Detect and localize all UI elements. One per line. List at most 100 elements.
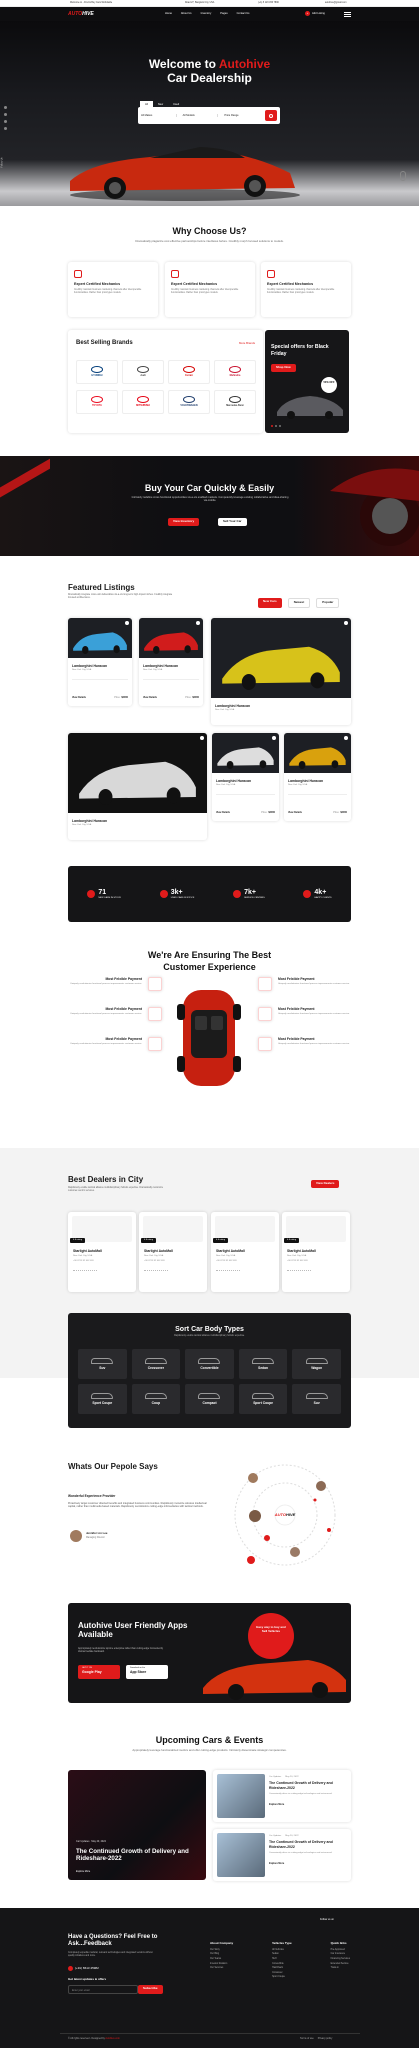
dealer-phone[interactable]: +90 8715 92 402 620 [287,1260,308,1263]
tab-popular[interactable]: Popular [316,598,340,608]
body-type-sport-coupe[interactable]: Sport Coupe [78,1384,127,1414]
more-brands-link[interactable]: More Brands [239,341,255,346]
add-listing-button[interactable]: + Add Listing [305,11,325,16]
footer-link[interactable]: Investor Relation [210,1963,233,1966]
footer-link[interactable]: All Vehicles [272,1949,292,1952]
nav-item-3[interactable]: Pages [220,12,227,15]
nav-item-1[interactable]: About Us [181,12,192,15]
brand-toyota[interactable]: TOYOTA [76,390,118,414]
brand-hyundai[interactable]: HYUNDAI [76,360,118,384]
tab-newest[interactable]: Newest [287,598,311,608]
heart-icon[interactable] [344,736,348,740]
listing-card[interactable]: Lamborghini Huracan New York City, USA Vie… [68,618,132,706]
view-details-link[interactable]: View Details [72,696,86,699]
body-type-compact[interactable]: Compact [185,1384,234,1414]
listing-card[interactable]: Lamborghini Huracan New York City, USA Vie… [284,733,351,821]
shop-now-button[interactable]: Shop Now [271,364,296,372]
offer-dots[interactable] [271,425,281,427]
brand-volkswagen[interactable]: VOLKSWAGEN [168,390,210,414]
brand-mercedes-benz[interactable]: Mercedes-Benz [214,390,256,414]
heart-icon[interactable] [272,736,276,740]
brand-mahindra[interactable]: Mahindra [214,360,256,384]
app-store-button[interactable]: Download on the App Store [126,1665,168,1679]
body-type-suv[interactable]: Suv [292,1384,341,1414]
footer-link[interactable]: Car Insurance [331,1953,350,1956]
dealer-card[interactable]: 4.6 rating Starlight AutoMall New York Cit… [282,1212,350,1292]
footer-link[interactable]: Our Teams [210,1958,233,1961]
view-details-link[interactable]: View Details [288,811,302,814]
newsletter-input[interactable]: Enter your email [68,1985,138,1994]
linkedin-icon[interactable] [4,127,7,130]
body-type-suv[interactable]: Suv [78,1349,127,1379]
footer-link[interactable]: Extended Service [331,1963,350,1966]
logo[interactable]: AUTOHIVE [68,11,94,18]
brand-ferrari[interactable]: Ferrari [168,360,210,384]
subscribe-button[interactable]: Subscribe [138,1985,163,1994]
footer-link[interactable]: Our Services [210,1967,233,1970]
heart-icon[interactable] [125,621,129,625]
footer-link[interactable]: SUV [272,1958,292,1961]
dealer-card[interactable]: 4.6 rating Starlight AutoMall New York Cit… [139,1212,207,1292]
body-type-convertible[interactable]: Convertible [185,1349,234,1379]
make-select[interactable]: All Makes [141,113,177,118]
body-type-coup[interactable]: Coup [131,1384,181,1414]
nav-item-4[interactable]: Contact Us [237,12,250,15]
footer-phone[interactable]: (+91) 8613 45982 [68,1966,99,1971]
view-dealers-button[interactable]: View Dealers [311,1180,340,1188]
terms-link[interactable]: Terms of use [300,2037,314,2040]
post-explore-link[interactable]: Explore More [269,1803,284,1806]
instagram-icon[interactable] [4,120,7,123]
footer-link[interactable]: Crossover [272,1972,292,1975]
sell-car-button[interactable]: Sell Your Car [218,518,247,526]
footer-link[interactable]: Our Blog [210,1953,233,1956]
body-type-sedan[interactable]: Sedan [238,1349,288,1379]
footer-link[interactable]: Our Story [210,1949,233,1952]
post-explore-link[interactable]: Explore More [269,1862,284,1865]
upcoming-post[interactable]: Car Updates May 20, 2022 The Continued Gro… [213,1829,351,1881]
privacy-link[interactable]: Privacy policy [318,2037,333,2040]
model-select[interactable]: All Models [183,113,219,118]
view-details-link[interactable]: View Details [143,696,157,699]
upcoming-main-post[interactable]: Car Updates May 20, 2022 The Continued G… [68,1770,206,1880]
footer-link[interactable]: Sedan [272,1953,292,1956]
heart-icon[interactable] [200,736,204,740]
dealer-phone[interactable]: +90 8715 92 402 620 [73,1260,94,1263]
footer-link[interactable]: Convertible [272,1963,292,1966]
dealer-phone[interactable]: +90 8715 92 402 620 [144,1260,165,1263]
heart-icon[interactable] [196,621,200,625]
copyright-by[interactable]: Autohive.com [105,2037,119,2040]
dealer-card[interactable]: 4.6 rating Starlight AutoMall New York Cit… [68,1212,136,1292]
dealer-phone[interactable]: +90 8715 92 402 620 [216,1260,237,1263]
footer-link[interactable]: Financing Services [331,1958,350,1961]
listing-card[interactable]: Lamborghini Huracan New York City, USA Vie… [139,618,203,706]
brand-mitsubishi[interactable]: MITSUBISHI [122,390,164,414]
twitter-icon[interactable] [4,113,7,116]
nav-item-0[interactable]: Home [165,12,172,15]
heart-icon[interactable] [344,621,348,625]
view-inventory-button[interactable]: View Inventory [168,518,200,526]
listing-card[interactable]: Lamborghini Huracan New York City, USA [211,618,351,725]
body-type-wagon[interactable]: Wagon [292,1349,341,1379]
footer-link[interactable]: Trade in [331,1967,350,1970]
price-select[interactable]: Price Range [224,114,259,117]
main-post-explore[interactable]: Explore More [76,1870,90,1873]
scroll-down-icon[interactable] [400,171,406,181]
search-button[interactable] [265,110,278,121]
menu-icon[interactable] [344,12,351,18]
body-type-sport-coupe[interactable]: Sport Coupe [238,1384,288,1414]
footer-link[interactable]: Hatchback [272,1967,292,1970]
top-bar-phone[interactable]: (+1) 8 123 456 7890 [258,2,279,5]
view-details-link[interactable]: View Details [216,811,230,814]
facebook-icon[interactable] [4,106,7,109]
nav-item-2[interactable]: Inventory [201,12,212,15]
dealer-card[interactable]: 4.6 rating Starlight AutoMall New York Cit… [211,1212,279,1292]
footer-link[interactable]: Pre-Approved [331,1949,350,1952]
google-play-button[interactable]: GET IT ON Google Play [78,1665,120,1679]
footer-link[interactable]: Sport Coupe [272,1976,292,1979]
listing-card[interactable]: Lamborghini Huracan New York City, USA Vie… [212,733,279,821]
top-bar-email[interactable]: autohive@gmail.com [325,2,346,5]
upcoming-post[interactable]: Car Updates May 20, 2022 The Continued Gro… [213,1770,351,1822]
brand-audi[interactable]: Audi [122,360,164,384]
body-type-crossover[interactable]: Crossover [131,1349,181,1379]
listing-card[interactable]: Lamborghini Huracan New York City, USA [68,733,207,840]
